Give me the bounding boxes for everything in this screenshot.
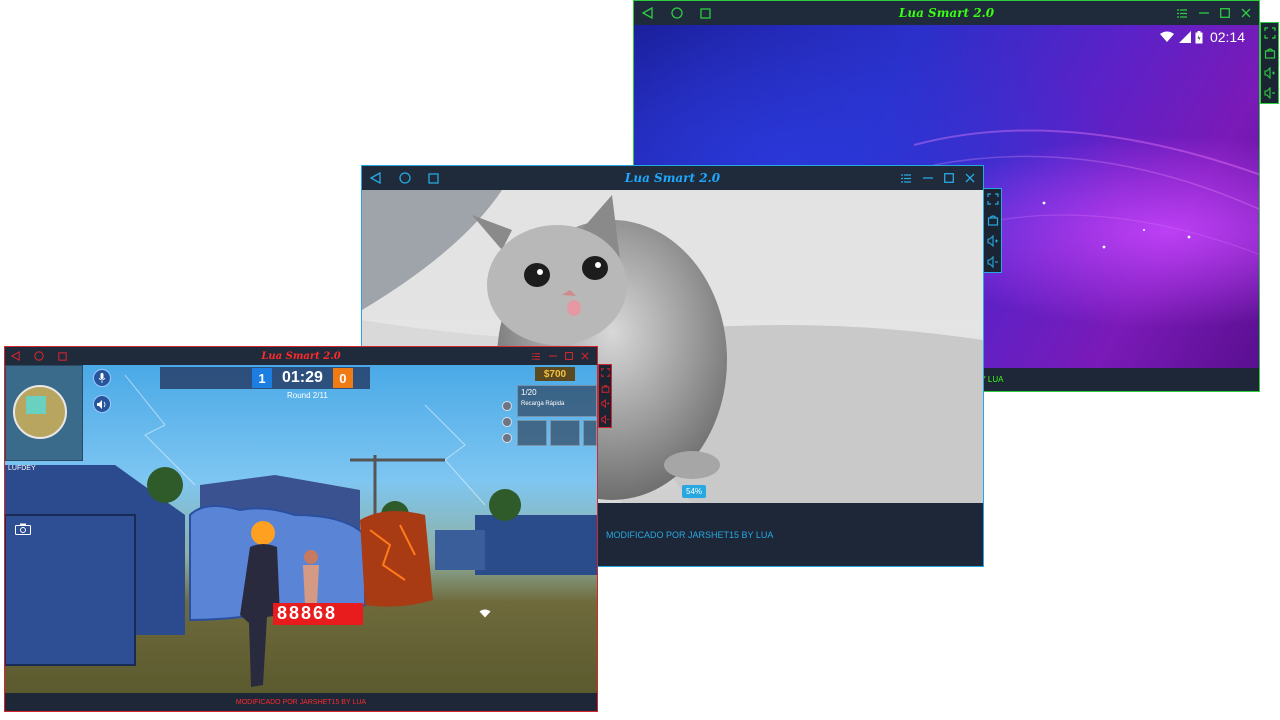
home-icon[interactable] [34,351,44,361]
maximize-icon[interactable] [944,173,954,183]
volume-down-icon[interactable] [1263,87,1276,99]
microphone-icon [98,373,106,383]
window-title: Lua Smart 2.0 [898,6,995,20]
android-icon[interactable] [987,214,999,226]
title-bar: Lua Smart 2.0 [362,166,983,190]
maximize-icon[interactable] [565,352,573,360]
weapon-slot-1[interactable] [517,420,547,446]
footer-credit: MODIFICADO POR JARSHET15 BY LUA [235,698,367,706]
recent-apps-icon[interactable] [700,7,711,19]
weapon-panel[interactable]: 1/20 Recarga Rápida [517,385,597,417]
microphone-button[interactable] [93,369,111,387]
window-title: Lua Smart 2.0 [624,171,721,185]
status-time: 02:14 [1209,29,1245,45]
minimap[interactable]: LUFDEY [5,365,83,472]
minimize-icon[interactable] [923,173,933,183]
minimap-terrain [13,385,67,439]
volume-down-icon[interactable] [600,414,610,424]
wifi-icon [479,609,491,618]
window-footer: MODIFICADO POR JARSHET15 BY LUA [5,693,597,711]
slot-toggle-button-2[interactable] [502,417,512,427]
team-b-score: 0 [332,368,353,388]
slot-toggle-button-3[interactable] [502,433,512,443]
title-bar: Lua Smart 2.0 [5,347,597,365]
score-board: 1 01:29 0 [160,367,370,389]
android-icon[interactable] [1264,47,1276,59]
speaker-icon [97,399,107,409]
minimap-label: LUFDEY [8,465,36,472]
android-icon[interactable] [601,384,610,393]
damage-number: 88868 [277,603,338,623]
home-icon[interactable] [399,172,411,184]
weapon-slot-2[interactable] [550,420,580,446]
wifi-icon [1159,31,1175,43]
status-bar: 02:14 [1159,29,1245,45]
emulator-window-red: Lua Smart 2.0 LUFDEY 1 01:29 0 Round 2/1… [4,346,598,712]
back-icon[interactable] [11,351,20,361]
money-display: $700 [535,367,575,381]
maximize-icon[interactable] [1220,8,1230,18]
volume-up-icon[interactable] [600,399,610,409]
home-icon[interactable] [671,7,683,19]
volume-down-icon[interactable] [986,255,999,268]
camera-icon[interactable] [15,523,31,535]
round-timer: 01:29 [282,369,323,386]
fullscreen-icon[interactable] [986,193,999,205]
menu-list-icon[interactable] [532,352,540,360]
battery-icon [1195,30,1203,44]
title-bar: Lua Smart 2.0 [634,1,1259,25]
round-label: Round 2/11 [287,391,328,400]
minimize-icon[interactable] [549,352,557,360]
weapon-name: Recarga Rápida [521,401,565,407]
side-toolbar-red [598,364,612,428]
window-title: Lua Smart 2.0 [261,350,341,362]
menu-list-icon[interactable] [901,173,911,183]
side-toolbar-green [1260,22,1279,104]
recent-apps-icon[interactable] [428,172,439,184]
fullscreen-icon[interactable] [600,368,610,377]
game-scene [5,374,597,687]
ammo-count: 1/20 [521,388,537,397]
volume-up-icon[interactable] [986,234,999,247]
close-icon[interactable] [1241,8,1251,18]
close-icon[interactable] [965,173,975,183]
back-icon[interactable] [370,172,381,184]
footer-credit: MODIFICADO POR JARSHET15 BY LUA [606,529,774,540]
minimize-icon[interactable] [1199,8,1209,18]
menu-list-icon[interactable] [1177,8,1187,18]
speaker-button[interactable] [93,395,111,413]
game-screen[interactable]: LUFDEY 1 01:29 0 Round 2/11 $700 1/20 Re… [5,365,597,695]
signal-icon [1178,31,1191,43]
recent-apps-icon[interactable] [58,351,67,361]
team-a-score: 1 [252,368,272,388]
slot-toggle-button[interactable] [502,401,512,411]
weapon-slot-3[interactable] [583,420,597,446]
volume-up-icon[interactable] [1263,67,1276,79]
back-icon[interactable] [642,7,653,19]
close-icon[interactable] [581,352,589,360]
progress-badge: 54% [682,485,707,498]
side-toolbar-blue [983,188,1002,273]
fullscreen-icon[interactable] [1263,27,1276,39]
